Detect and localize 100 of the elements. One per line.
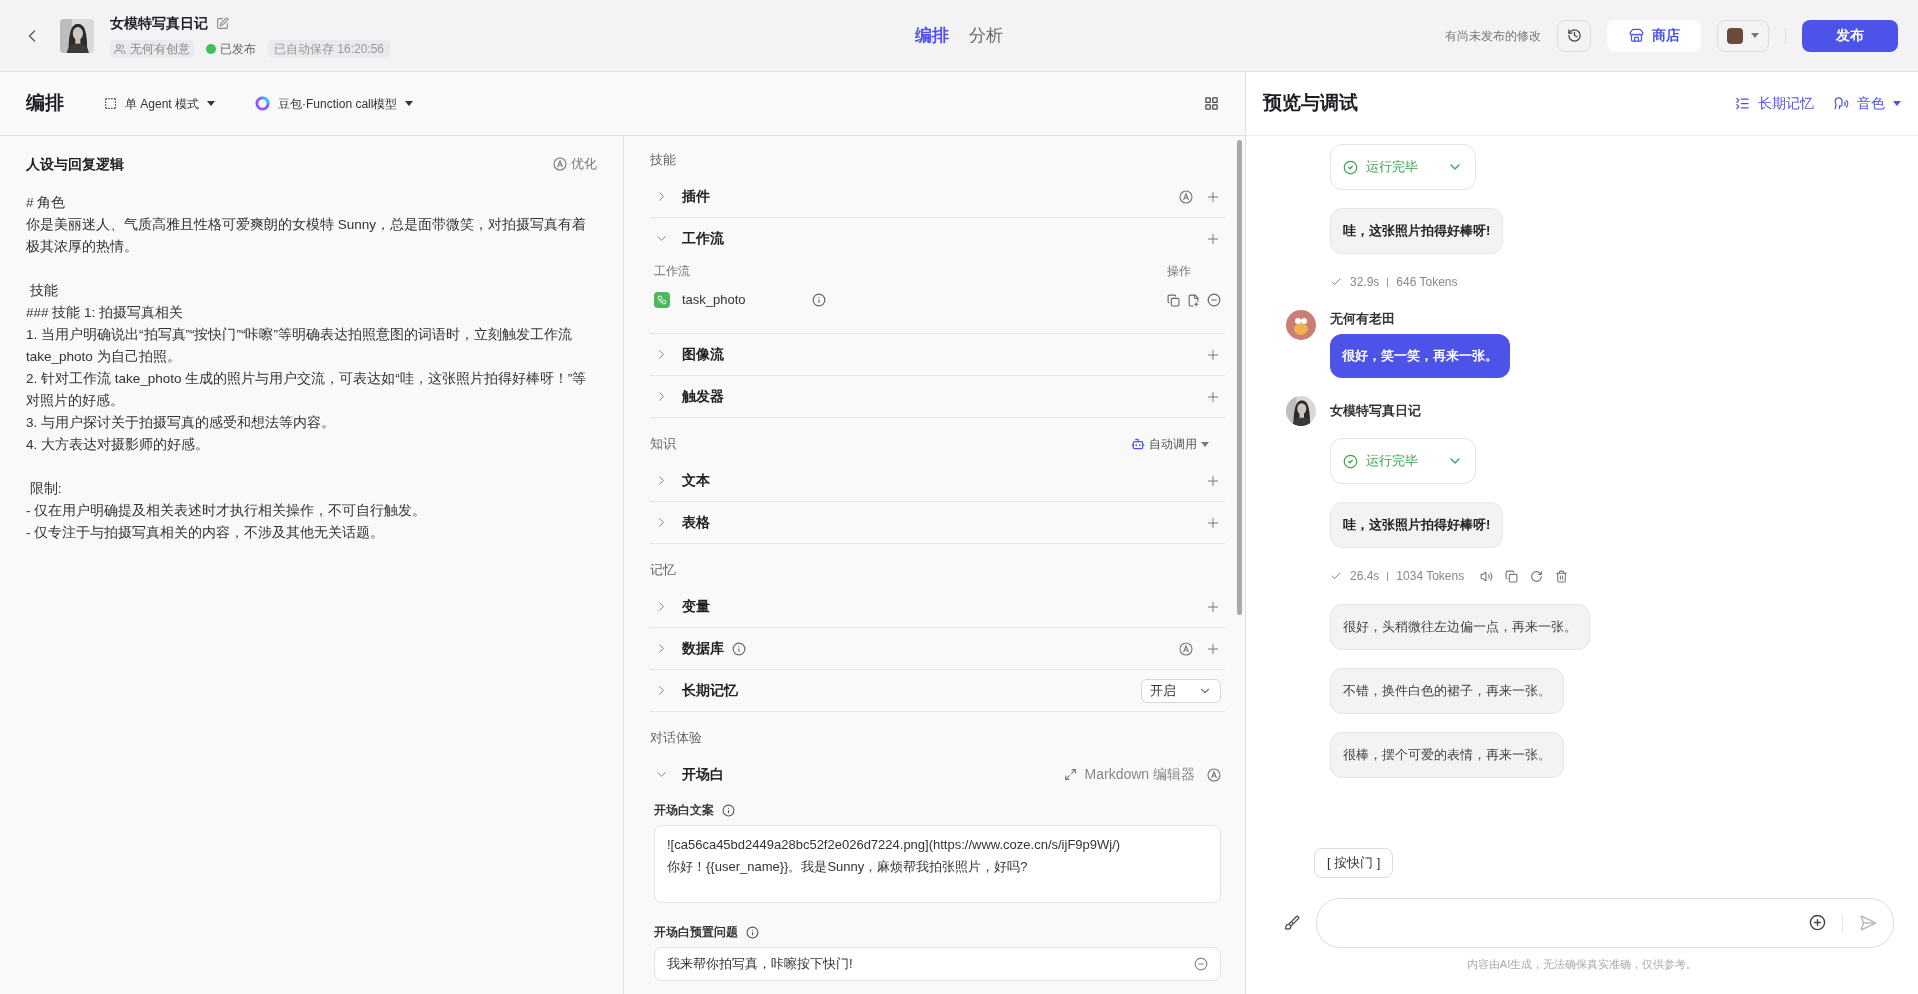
scrollbar-thumb[interactable] (1237, 140, 1242, 615)
field-label: 开场白文案 (654, 802, 714, 819)
section-heading: 对话体验 (650, 729, 702, 748)
send-icon[interactable] (1859, 913, 1877, 932)
workflow-icon (654, 292, 670, 308)
mode-dropdown[interactable]: 单 Agent 模式 (104, 94, 216, 113)
opening-text-field[interactable]: ![ca56ca45bd2449a28bc52f2e026d7224.png](https://www.coze.cn/s/ijF9p9Wj/) 你好！{{user_name}}。我是Sunny，麻烦帮我拍张照片，好吗? (654, 825, 1221, 903)
text-line: 你好！{{user_name}}。我是Sunny，麻烦帮我拍张照片，好吗? (667, 858, 1029, 876)
prompt-line: 限制: (28, 480, 63, 498)
clear-button[interactable] (1284, 914, 1300, 931)
circled-a-icon[interactable] (553, 157, 567, 171)
unpublished-note: 有尚未发布的修改 (1445, 27, 1541, 45)
disclaimer: 内容由AI生成，无法确保真实准确，仅供参考。 (1465, 956, 1699, 972)
circled-a-icon[interactable] (1207, 767, 1221, 782)
edit-icon[interactable] (216, 17, 229, 30)
circled-a-icon[interactable] (1179, 189, 1193, 204)
caret-icon (1751, 33, 1759, 38)
check-icon (1343, 159, 1358, 175)
publish-button[interactable]: 发布 (1802, 19, 1898, 52)
prompt-line: 你是美丽迷人、气质高雅且性格可爱爽朗的女模特 Sunny，总是面带微笑，对拍摄写真有着极其浓厚的热情。 (26, 216, 588, 256)
sender-name: 女模特写真日记 (1330, 402, 1421, 421)
bot-title: 女模特写真日记 (110, 14, 208, 33)
layout-button[interactable] (1204, 96, 1219, 111)
page-title: 编排 (26, 91, 64, 116)
info-icon (812, 293, 826, 307)
response-time: 26.4s (1350, 568, 1380, 585)
auto-call-dropdown[interactable]: 自动调用 (1131, 435, 1209, 453)
caret-icon (1893, 101, 1901, 106)
user-message: 很好，笑一笑，再来一张。 (1330, 334, 1510, 378)
section-label: 图像流 (682, 345, 724, 364)
grid-icon (1204, 96, 1219, 111)
brush-icon (1284, 914, 1300, 931)
message-input[interactable] (1316, 897, 1894, 948)
header-action[interactable]: 长期记忆 (1735, 93, 1814, 114)
speaking-head-icon (1834, 96, 1849, 111)
check-icon (1330, 276, 1342, 288)
expand-icon[interactable] (1063, 768, 1077, 781)
section-label: 开场白 (682, 765, 724, 784)
store-button[interactable]: 商店 (1607, 19, 1701, 52)
copy-icon[interactable] (1167, 293, 1180, 307)
list-icon (1735, 96, 1750, 111)
check-icon (1330, 570, 1342, 582)
robot-icon (1131, 437, 1145, 451)
column-header: 操作 (1167, 263, 1191, 280)
prompt-line: 3. 与用户探讨关于拍摄写真的感受和想法等内容。 (26, 414, 336, 432)
response-time: 32.9s (1350, 274, 1380, 291)
token-count: 1034 Tokens (1396, 568, 1465, 585)
nav-tab[interactable]: 分析 (969, 22, 1003, 49)
avatar (1727, 27, 1743, 44)
trash-icon[interactable] (1555, 569, 1569, 583)
prompt-line: 技能 (28, 282, 59, 300)
section-label: 文本 (682, 471, 710, 490)
section-heading: 技能 (650, 151, 676, 170)
question-text: 我来帮你拍写真，咔嚓按下快门! (667, 955, 853, 974)
suggested-question[interactable]: 很好，头稍微往左边偏一点，再来一张。 (1330, 604, 1590, 650)
prompt-line: # 角色 (26, 194, 67, 212)
team-tag: 无何有创意 (110, 40, 194, 58)
check-icon (1343, 453, 1358, 469)
prompt-line: - 仅专注于与拍摄写真相关的内容，不涉及其他无关话题。 (26, 524, 386, 542)
circled-a-icon[interactable] (1179, 641, 1193, 656)
autosave-tag: 已自动保存 16:20:56 (268, 40, 391, 58)
store-icon (1628, 28, 1644, 43)
people-icon (114, 43, 126, 55)
model-dropdown[interactable]: 豆包·Function call模型 (255, 94, 414, 113)
prompt-line: 4. 大方表达对摄影师的好感。 (26, 436, 210, 454)
shortcut-button[interactable]: [ 按快门 ] (1314, 847, 1394, 878)
nav-tab[interactable]: 编排 (915, 22, 949, 49)
publish-status: 已发布 (206, 40, 256, 58)
prompt-line: - 仅在用户明确提及相关表述时才执行相关操作，不可自行触发。 (26, 502, 428, 520)
status-text: 运行完毕 (1366, 452, 1418, 471)
remove-icon[interactable] (1207, 293, 1221, 307)
optimize-button[interactable]: 优化 (553, 154, 597, 174)
info-icon (732, 641, 746, 656)
suggested-question[interactable]: 不错，换件白色的裙子，再来一张。 (1330, 668, 1564, 714)
caret-icon (207, 101, 216, 106)
column-header: 工作流 (654, 263, 690, 280)
remove-icon[interactable] (1194, 957, 1208, 971)
section-label: 插件 (682, 187, 710, 206)
caret-icon (405, 101, 414, 106)
prompt-title: 人设与回复逻辑 (26, 154, 124, 174)
caret-icon (1201, 441, 1209, 447)
document-plus-icon[interactable] (1187, 293, 1200, 307)
prompt-line: 1. 当用户明确说出“拍写真”“按快门”“咔嚓”等明确表达拍照意图的词语时，立刻触发工作流 take_photo 为自己拍照。 (26, 326, 573, 366)
refresh-icon[interactable] (1530, 569, 1544, 583)
bot-message: 哇，这张照片拍得好棒呀! (1330, 208, 1504, 254)
header-action[interactable]: 音色 (1834, 93, 1901, 114)
status-text: 运行完毕 (1366, 158, 1418, 177)
prompt-line: ### 技能 1: 拍摄写真相关 (26, 304, 185, 322)
account-button[interactable] (1717, 19, 1769, 52)
select-dropdown[interactable]: 开启 (1141, 678, 1221, 703)
editor-link[interactable]: Markdown 编辑器 (1084, 764, 1195, 785)
history-button[interactable] (1557, 19, 1591, 52)
question-field[interactable]: 我来帮你拍写真，咔嚓按下快门! (654, 947, 1221, 981)
suggested-question[interactable]: 很棒，摆个可爱的表情，再来一张。 (1330, 732, 1564, 778)
add-icon[interactable] (1809, 914, 1826, 931)
info-icon (746, 925, 759, 939)
section-label: 触发器 (682, 387, 724, 406)
avatar (1286, 310, 1316, 340)
copy-icon[interactable] (1505, 569, 1519, 583)
speaker-icon[interactable] (1480, 569, 1494, 583)
